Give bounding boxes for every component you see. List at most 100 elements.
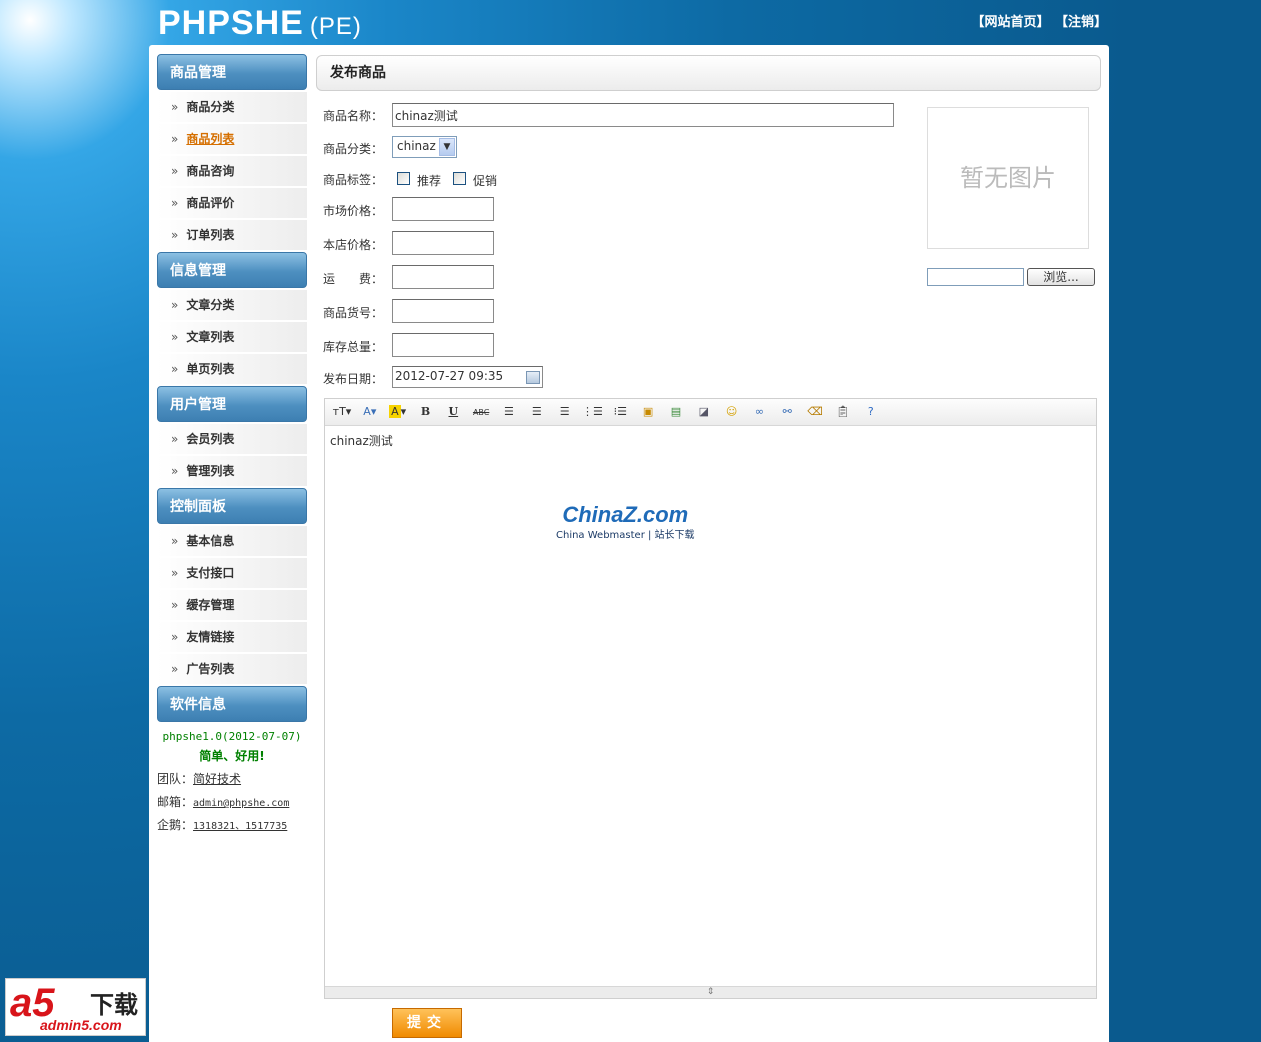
- market-price-label: 市场价格：: [323, 204, 384, 218]
- watermark-sub: China Webmaster | 站长下载: [556, 530, 695, 541]
- team-link[interactable]: 简好技术: [193, 772, 241, 786]
- qq-link[interactable]: 1318321、1517735: [193, 821, 287, 832]
- browse-button[interactable]: 浏览...: [1027, 268, 1095, 286]
- tag-label: 商品标签：: [323, 173, 384, 187]
- home-link[interactable]: 【网站首页】: [971, 15, 1049, 30]
- align-center-icon[interactable]: ☰: [526, 403, 548, 421]
- image-icon[interactable]: ▣: [637, 403, 659, 421]
- arrow-icon: »: [171, 132, 179, 146]
- recommend-checkbox[interactable]: [397, 172, 410, 185]
- sidebar-item-label: 订单列表: [186, 228, 235, 242]
- sidebar-item-cache[interactable]: » 缓存管理: [157, 590, 307, 620]
- freight-row: 运 费：: [323, 270, 383, 287]
- editor-resize-handle[interactable]: ⇕: [325, 986, 1096, 998]
- stock-input[interactable]: [392, 333, 494, 357]
- font-size-icon[interactable]: ᴛT▾: [331, 403, 353, 421]
- calendar-icon[interactable]: [526, 371, 540, 384]
- date-input[interactable]: 2012-07-27 09:35: [392, 366, 543, 388]
- sidebar-item-goods-review[interactable]: » 商品评价: [157, 188, 307, 218]
- stock-label: 库存总量：: [323, 340, 384, 354]
- sidebar-item-payment[interactable]: » 支付接口: [157, 558, 307, 588]
- link-icon[interactable]: ∞: [748, 403, 770, 421]
- category-value: chinaz: [397, 139, 436, 153]
- sidebar-item-label: 文章列表: [186, 330, 235, 344]
- market-price-row: 市场价格：: [323, 202, 383, 219]
- watermark-main: ChinaZ.com: [562, 502, 689, 527]
- strikethrough-icon[interactable]: ABC: [470, 404, 492, 422]
- a5-url: admin5.com: [40, 1017, 122, 1033]
- sku-label: 商品货号：: [323, 306, 384, 320]
- sidebar-item-links[interactable]: » 友情链接: [157, 622, 307, 652]
- freight-input[interactable]: [392, 265, 494, 289]
- sidebar-item-article-list[interactable]: » 文章列表: [157, 322, 307, 352]
- editor-toolbar: ᴛT▾ A▾ A ▾ B U ABC ☰ ☰ ☰ ⋮☰ ⁝☰ ▣ ▤ ◪ ☺ ∞ …: [325, 399, 1096, 426]
- promotion-checkbox[interactable]: [453, 172, 466, 185]
- software-version: phpshe1.0(2012-07-07): [162, 730, 302, 743]
- sidebar-item-label: 商品评价: [186, 196, 235, 210]
- shop-price-row: 本店价格：: [323, 236, 383, 253]
- arrow-icon: »: [171, 432, 179, 446]
- sidebar-item-label: 商品分类: [186, 100, 235, 114]
- align-right-icon[interactable]: ☰: [554, 403, 576, 421]
- name-row: 商品名称：: [323, 107, 383, 124]
- unlink-icon[interactable]: ⚯: [776, 403, 798, 421]
- stock-row: 库存总量：: [323, 338, 383, 355]
- sidebar-group-goods[interactable]: 商品管理: [157, 54, 307, 90]
- sidebar-item-page-list[interactable]: » 单页列表: [157, 354, 307, 384]
- shop-price-input[interactable]: [392, 231, 494, 255]
- category-select[interactable]: chinaz ▼: [392, 136, 457, 158]
- arrow-icon: »: [171, 534, 179, 548]
- paste-icon[interactable]: 📋︎: [832, 403, 854, 421]
- recommend-label: 推荐: [417, 174, 442, 188]
- sidebar-item-goods-inquiry[interactable]: » 商品咨询: [157, 156, 307, 186]
- file-path-input[interactable]: [927, 268, 1024, 286]
- category-row: 商品分类：: [323, 140, 383, 157]
- emoticon-icon[interactable]: ☺: [721, 403, 743, 421]
- highlight-icon[interactable]: A ▾: [387, 403, 409, 421]
- sku-input[interactable]: [392, 299, 494, 323]
- sidebar-item-label: 支付接口: [186, 566, 235, 580]
- sidebar-item-member-list[interactable]: » 会员列表: [157, 424, 307, 454]
- date-row: 发布日期：: [323, 370, 383, 387]
- image-gallery-icon[interactable]: ▤: [665, 403, 687, 421]
- arrow-icon: »: [171, 164, 179, 178]
- bold-icon[interactable]: B: [414, 403, 436, 421]
- qq-label: 企鹅：: [157, 818, 194, 832]
- date-value: 2012-07-27 09:35: [395, 369, 504, 383]
- arrow-icon: »: [171, 566, 179, 580]
- sidebar-item-ads[interactable]: » 广告列表: [157, 654, 307, 684]
- name-input[interactable]: chinaz测试: [392, 103, 894, 127]
- flash-icon[interactable]: ◪: [693, 403, 715, 421]
- chevron-down-icon: ▼: [439, 138, 455, 156]
- align-left-icon[interactable]: ☰: [498, 403, 520, 421]
- arrow-icon: »: [171, 330, 179, 344]
- rich-text-editor: ᴛT▾ A▾ A ▾ B U ABC ☰ ☰ ☰ ⋮☰ ⁝☰ ▣ ▤ ◪ ☺ ∞ …: [324, 398, 1097, 999]
- content-panel: 商品管理 » 商品分类 » 商品列表 » 商品咨询 » 商品评价 » 订单列表 信息管理 …: [149, 45, 1109, 1042]
- top-bar: PHPSHE (PE) 【网站首页】 【注销】: [0, 0, 1261, 46]
- sidebar-item-basic-info[interactable]: » 基本信息: [157, 526, 307, 556]
- help-icon[interactable]: ?: [860, 403, 882, 421]
- sidebar-item-goods-category[interactable]: » 商品分类: [157, 92, 307, 122]
- email-link[interactable]: admin@phpshe.com: [193, 798, 289, 809]
- a5-text: 下载: [90, 991, 138, 1019]
- logout-link[interactable]: 【注销】: [1061, 15, 1107, 30]
- underline-icon[interactable]: U: [442, 403, 464, 421]
- sidebar-item-label: 友情链接: [186, 630, 235, 644]
- submit-button[interactable]: 提交: [392, 1008, 462, 1038]
- ordered-list-icon[interactable]: ⋮☰: [581, 403, 603, 421]
- sidebar-group-info[interactable]: 信息管理: [157, 252, 307, 288]
- editor-content[interactable]: chinaz测试 ChinaZ.com China Webmaster | 站长…: [325, 426, 1096, 986]
- clear-format-icon[interactable]: ⌫: [804, 403, 826, 421]
- tag-row: 商品标签：: [323, 171, 383, 188]
- unordered-list-icon[interactable]: ⁝☰: [609, 403, 631, 421]
- market-price-input[interactable]: [392, 197, 494, 221]
- sidebar-group-control[interactable]: 控制面板: [157, 488, 307, 524]
- sidebar-item-order-list[interactable]: » 订单列表: [157, 220, 307, 250]
- sidebar-item-article-category[interactable]: » 文章分类: [157, 290, 307, 320]
- sidebar-item-label: 会员列表: [186, 432, 235, 446]
- sidebar-item-admin-list[interactable]: » 管理列表: [157, 456, 307, 486]
- qq-line: 企鹅：1318321、1517735: [157, 816, 307, 833]
- font-color-icon[interactable]: A▾: [359, 403, 381, 421]
- sidebar-item-goods-list[interactable]: » 商品列表: [157, 124, 307, 154]
- sidebar-group-users[interactable]: 用户管理: [157, 386, 307, 422]
